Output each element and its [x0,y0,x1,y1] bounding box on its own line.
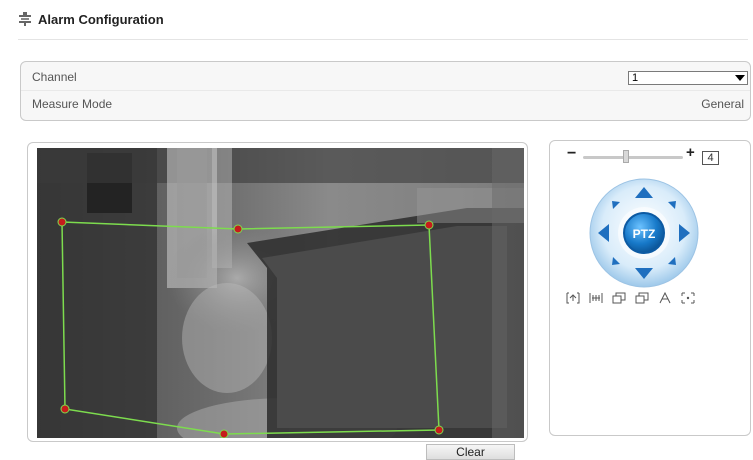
zoom-out-button[interactable]: − [567,145,576,163]
ptz-toolbar [566,291,695,305]
zoom-level-input[interactable]: 4 [702,151,719,165]
ptz-panel: − + 4 PTZ [549,140,751,436]
header-divider [18,39,748,40]
measure-mode-value: General [701,97,744,111]
measure-mode-label: Measure Mode [32,97,113,111]
focus-far-icon[interactable] [589,291,603,305]
auto-focus-icon[interactable] [658,291,672,305]
focus-near-icon[interactable] [566,291,580,305]
zoom-slider[interactable] [583,156,683,159]
video-preview[interactable] [37,148,524,438]
channel-select-value: 1 [632,72,639,84]
config-icon [19,12,31,26]
chevron-down-icon [735,75,745,81]
page-header: Alarm Configuration [18,8,164,30]
page-title: Alarm Configuration [38,11,164,27]
channel-select[interactable]: 1 [628,71,748,85]
region-point [219,429,229,438]
measure-mode-row: Measure Mode General [21,91,750,117]
zoom-slider-thumb[interactable] [623,150,629,163]
region-point [60,404,70,414]
iris-open-icon[interactable] [612,291,626,305]
region-point [233,224,243,234]
lens-reset-icon[interactable] [681,291,695,305]
region-point [424,220,434,230]
clear-button[interactable]: Clear [426,444,515,460]
region-point [57,217,67,227]
ptz-control-pad[interactable]: PTZ [586,175,702,291]
config-panel: Channel 1 Measure Mode General [20,61,751,121]
channel-row: Channel 1 [21,64,750,91]
region-point [434,425,444,435]
channel-label: Channel [32,70,77,84]
thermal-image [37,148,524,438]
zoom-in-button[interactable]: + [686,144,695,161]
iris-close-icon[interactable] [635,291,649,305]
ptz-center-label: PTZ [633,227,656,241]
